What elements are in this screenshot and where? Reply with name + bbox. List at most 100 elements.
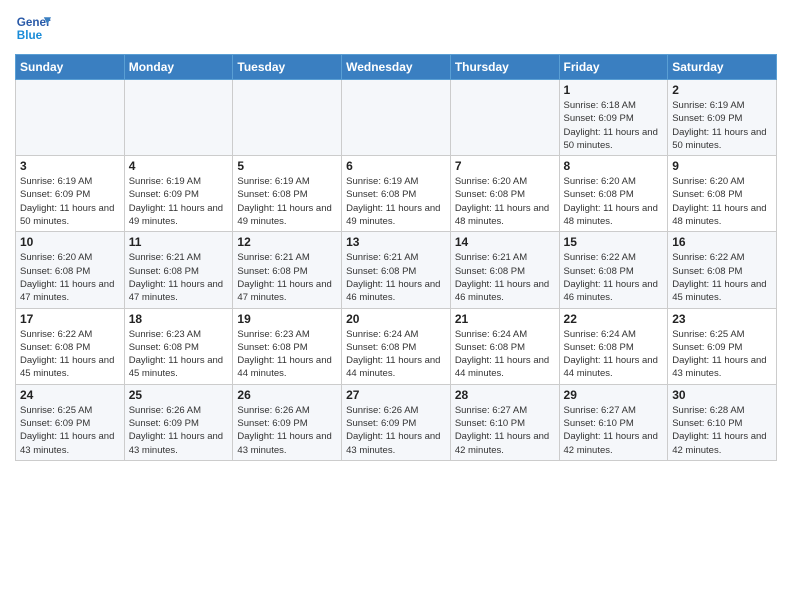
day-content: Sunrise: 6:23 AM Sunset: 6:08 PM Dayligh… <box>237 328 337 381</box>
day-number: 13 <box>346 235 446 249</box>
week-row-1: 1Sunrise: 6:18 AM Sunset: 6:09 PM Daylig… <box>16 80 777 156</box>
day-content: Sunrise: 6:24 AM Sunset: 6:08 PM Dayligh… <box>346 328 446 381</box>
day-number: 5 <box>237 159 337 173</box>
day-number: 20 <box>346 312 446 326</box>
day-content: Sunrise: 6:26 AM Sunset: 6:09 PM Dayligh… <box>129 404 229 457</box>
day-number: 14 <box>455 235 555 249</box>
day-content: Sunrise: 6:25 AM Sunset: 6:09 PM Dayligh… <box>672 328 772 381</box>
day-content: Sunrise: 6:19 AM Sunset: 6:09 PM Dayligh… <box>129 175 229 228</box>
calendar-cell: 23 Sunrise: 6:25 AM Sunset: 6:09 PM Dayli… <box>668 308 777 384</box>
day-content: Sunrise: 6:24 AM Sunset: 6:08 PM Dayligh… <box>564 328 664 381</box>
calendar-cell: 2 Sunrise: 6:19 AM Sunset: 6:09 PM Daylig… <box>668 80 777 156</box>
day-content: Sunrise: 6:19 AM Sunset: 6:08 PM Dayligh… <box>237 175 337 228</box>
calendar-cell: 21Sunrise: 6:24 AM Sunset: 6:08 PM Dayli… <box>450 308 559 384</box>
day-number: 7 <box>455 159 555 173</box>
weekday-header-tuesday: Tuesday <box>233 55 342 80</box>
day-content: Sunrise: 6:19 AM Sunset: 6:09 PM Dayligh… <box>672 99 772 152</box>
day-number: 30 <box>672 388 772 402</box>
day-number: 19 <box>237 312 337 326</box>
day-number: 8 <box>564 159 664 173</box>
day-content: Sunrise: 6:26 AM Sunset: 6:09 PM Dayligh… <box>237 404 337 457</box>
calendar-cell: 8 Sunrise: 6:20 AM Sunset: 6:08 PM Daylig… <box>559 156 668 232</box>
page: General Blue SundayMondayTuesdayWednesda… <box>0 0 792 476</box>
day-content: Sunrise: 6:21 AM Sunset: 6:08 PM Dayligh… <box>129 251 229 304</box>
day-number: 3 <box>20 159 120 173</box>
calendar-cell: 7 Sunrise: 6:20 AM Sunset: 6:08 PM Daylig… <box>450 156 559 232</box>
day-number: 28 <box>455 388 555 402</box>
calendar-cell: 19 Sunrise: 6:23 AM Sunset: 6:08 PM Dayli… <box>233 308 342 384</box>
day-content: Sunrise: 6:27 AM Sunset: 6:10 PM Dayligh… <box>564 404 664 457</box>
calendar-cell: 25 Sunrise: 6:26 AM Sunset: 6:09 PM Dayli… <box>124 384 233 460</box>
calendar-cell: 28 Sunrise: 6:27 AM Sunset: 6:10 PM Dayli… <box>450 384 559 460</box>
day-content: Sunrise: 6:22 AM Sunset: 6:08 PM Dayligh… <box>672 251 772 304</box>
calendar-cell <box>233 80 342 156</box>
calendar-cell: 26 Sunrise: 6:26 AM Sunset: 6:09 PM Dayli… <box>233 384 342 460</box>
calendar-cell: 29 Sunrise: 6:27 AM Sunset: 6:10 PM Dayli… <box>559 384 668 460</box>
day-content: Sunrise: 6:18 AM Sunset: 6:09 PM Dayligh… <box>564 99 664 152</box>
weekday-header-wednesday: Wednesday <box>342 55 451 80</box>
day-content: Sunrise: 6:19 AM Sunset: 6:09 PM Dayligh… <box>20 175 120 228</box>
week-row-2: 3 Sunrise: 6:19 AM Sunset: 6:09 PM Daylig… <box>16 156 777 232</box>
day-content: Sunrise: 6:27 AM Sunset: 6:10 PM Dayligh… <box>455 404 555 457</box>
day-number: 2 <box>672 83 772 97</box>
calendar-cell: 24 Sunrise: 6:25 AM Sunset: 6:09 PM Dayli… <box>16 384 125 460</box>
calendar-cell <box>342 80 451 156</box>
calendar-table: SundayMondayTuesdayWednesdayThursdayFrid… <box>15 54 777 461</box>
day-content: Sunrise: 6:28 AM Sunset: 6:10 PM Dayligh… <box>672 404 772 457</box>
calendar-cell: 13 Sunrise: 6:21 AM Sunset: 6:08 PM Dayli… <box>342 232 451 308</box>
day-content: Sunrise: 6:21 AM Sunset: 6:08 PM Dayligh… <box>455 251 555 304</box>
day-content: Sunrise: 6:23 AM Sunset: 6:08 PM Dayligh… <box>129 328 229 381</box>
weekday-header-row: SundayMondayTuesdayWednesdayThursdayFrid… <box>16 55 777 80</box>
week-row-4: 17Sunrise: 6:22 AM Sunset: 6:08 PM Dayli… <box>16 308 777 384</box>
day-content: Sunrise: 6:20 AM Sunset: 6:08 PM Dayligh… <box>564 175 664 228</box>
calendar-cell: 14 Sunrise: 6:21 AM Sunset: 6:08 PM Dayli… <box>450 232 559 308</box>
weekday-header-thursday: Thursday <box>450 55 559 80</box>
svg-text:Blue: Blue <box>17 29 43 42</box>
day-number: 25 <box>129 388 229 402</box>
day-number: 24 <box>20 388 120 402</box>
calendar-cell: 11 Sunrise: 6:21 AM Sunset: 6:08 PM Dayli… <box>124 232 233 308</box>
calendar-cell: 17Sunrise: 6:22 AM Sunset: 6:08 PM Dayli… <box>16 308 125 384</box>
day-number: 26 <box>237 388 337 402</box>
day-number: 22 <box>564 312 664 326</box>
day-content: Sunrise: 6:24 AM Sunset: 6:08 PM Dayligh… <box>455 328 555 381</box>
calendar-cell: 27Sunrise: 6:26 AM Sunset: 6:09 PM Dayli… <box>342 384 451 460</box>
calendar-cell: 12 Sunrise: 6:21 AM Sunset: 6:08 PM Dayli… <box>233 232 342 308</box>
day-number: 29 <box>564 388 664 402</box>
day-content: Sunrise: 6:25 AM Sunset: 6:09 PM Dayligh… <box>20 404 120 457</box>
calendar-cell <box>124 80 233 156</box>
day-content: Sunrise: 6:21 AM Sunset: 6:08 PM Dayligh… <box>346 251 446 304</box>
calendar-cell <box>450 80 559 156</box>
day-number: 18 <box>129 312 229 326</box>
day-content: Sunrise: 6:19 AM Sunset: 6:08 PM Dayligh… <box>346 175 446 228</box>
calendar-cell: 18 Sunrise: 6:23 AM Sunset: 6:08 PM Dayli… <box>124 308 233 384</box>
weekday-header-sunday: Sunday <box>16 55 125 80</box>
day-number: 6 <box>346 159 446 173</box>
weekday-header-saturday: Saturday <box>668 55 777 80</box>
day-content: Sunrise: 6:20 AM Sunset: 6:08 PM Dayligh… <box>20 251 120 304</box>
calendar-cell: 22 Sunrise: 6:24 AM Sunset: 6:08 PM Dayli… <box>559 308 668 384</box>
day-number: 16 <box>672 235 772 249</box>
calendar-cell: 30 Sunrise: 6:28 AM Sunset: 6:10 PM Dayli… <box>668 384 777 460</box>
calendar-cell: 10Sunrise: 6:20 AM Sunset: 6:08 PM Dayli… <box>16 232 125 308</box>
calendar-cell: 6 Sunrise: 6:19 AM Sunset: 6:08 PM Daylig… <box>342 156 451 232</box>
calendar-cell: 5 Sunrise: 6:19 AM Sunset: 6:08 PM Daylig… <box>233 156 342 232</box>
day-content: Sunrise: 6:22 AM Sunset: 6:08 PM Dayligh… <box>564 251 664 304</box>
day-number: 17 <box>20 312 120 326</box>
day-content: Sunrise: 6:20 AM Sunset: 6:08 PM Dayligh… <box>455 175 555 228</box>
day-number: 23 <box>672 312 772 326</box>
day-number: 9 <box>672 159 772 173</box>
day-number: 12 <box>237 235 337 249</box>
calendar-cell: 20 Sunrise: 6:24 AM Sunset: 6:08 PM Dayli… <box>342 308 451 384</box>
day-number: 15 <box>564 235 664 249</box>
calendar-cell: 3 Sunrise: 6:19 AM Sunset: 6:09 PM Daylig… <box>16 156 125 232</box>
week-row-5: 24 Sunrise: 6:25 AM Sunset: 6:09 PM Dayli… <box>16 384 777 460</box>
day-content: Sunrise: 6:21 AM Sunset: 6:08 PM Dayligh… <box>237 251 337 304</box>
calendar-cell: 16 Sunrise: 6:22 AM Sunset: 6:08 PM Dayli… <box>668 232 777 308</box>
day-number: 11 <box>129 235 229 249</box>
weekday-header-monday: Monday <box>124 55 233 80</box>
day-content: Sunrise: 6:26 AM Sunset: 6:09 PM Dayligh… <box>346 404 446 457</box>
logo-icon: General Blue <box>15 10 51 46</box>
header: General Blue <box>15 10 777 46</box>
logo: General Blue <box>15 10 51 46</box>
